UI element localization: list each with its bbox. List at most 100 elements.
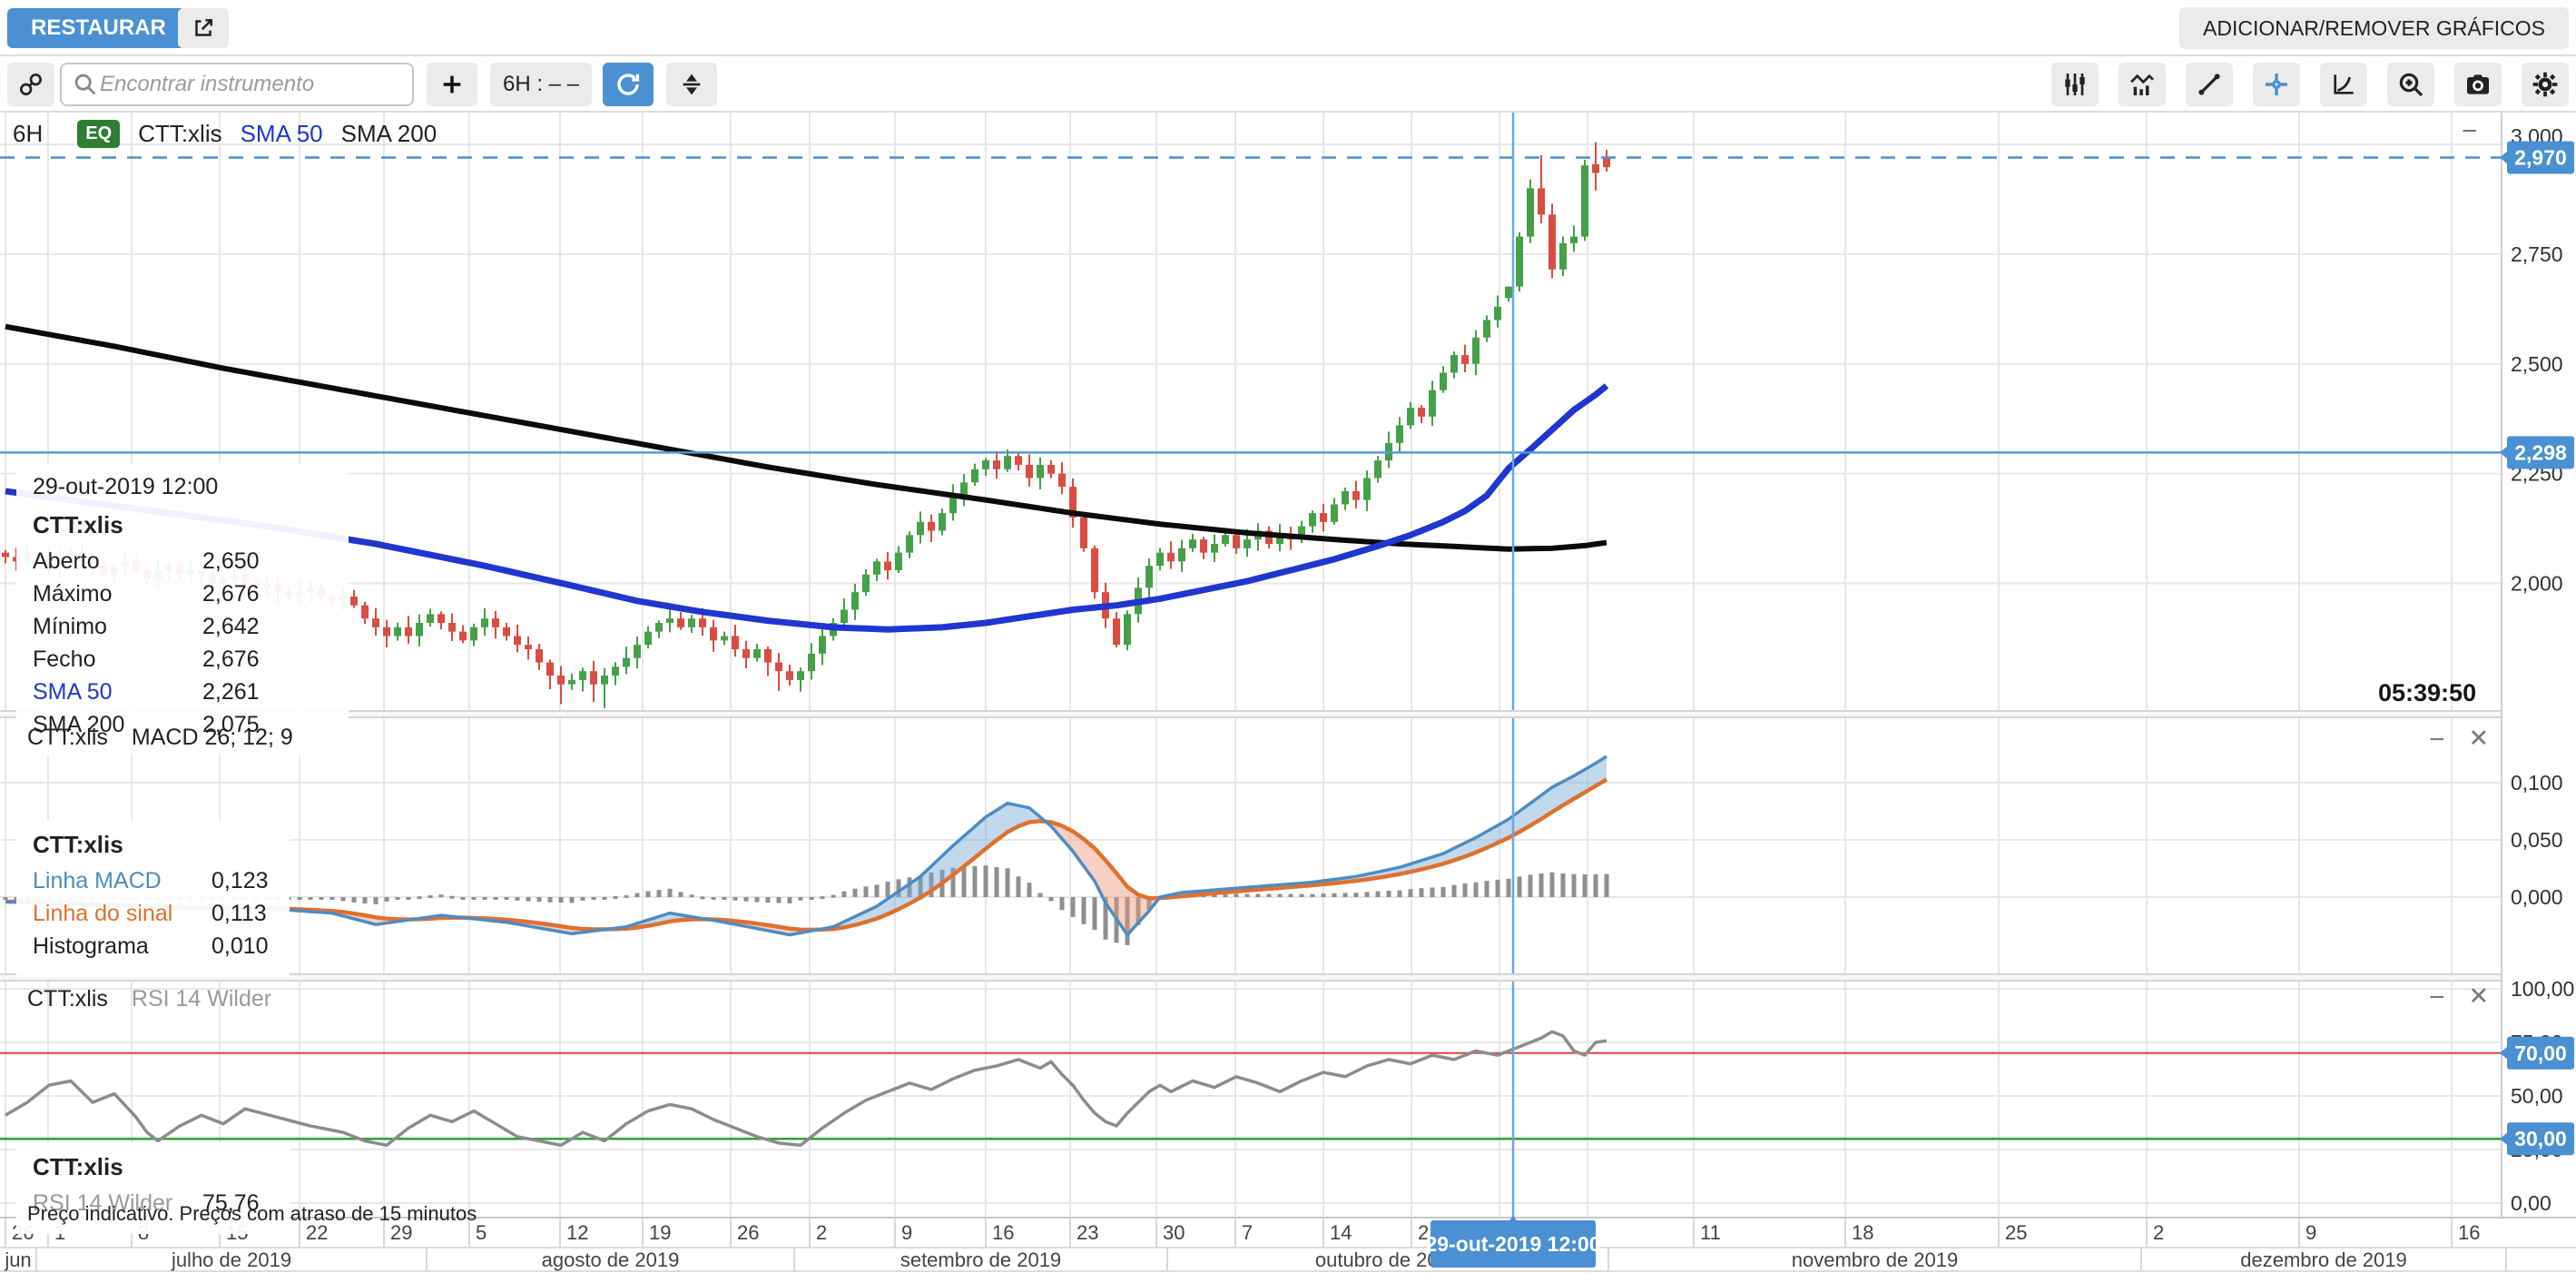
refresh-button[interactable]	[603, 63, 654, 106]
svg-text:2: 2	[2153, 1221, 2164, 1244]
svg-text:70,00: 70,00	[2514, 1041, 2567, 1065]
crosshair-date-badge: 29-out-2019 12:00	[1425, 1216, 1600, 1268]
svg-text:2,750: 2,750	[2511, 242, 2563, 266]
toolbar-right-icons	[2051, 63, 2569, 106]
legend-sma200[interactable]: SMA 200	[341, 120, 438, 148]
svg-text:100,00: 100,00	[2511, 977, 2574, 1001]
svg-text:setembro de 2019: setembro de 2019	[900, 1248, 1061, 1271]
series-style-button[interactable]	[2051, 63, 2099, 106]
snapshot-icon	[2463, 70, 2492, 99]
svg-text:agosto de 2019: agosto de 2019	[542, 1248, 680, 1271]
svg-text:9: 9	[2306, 1221, 2316, 1244]
eq-badge: EQ	[77, 120, 120, 148]
chart-toolbar: 6H : – –	[0, 56, 2576, 113]
price-level-badge: 2,298	[2500, 436, 2574, 469]
svg-text:2: 2	[816, 1221, 827, 1244]
rsi-symbol: CTT:xlis	[27, 986, 108, 1012]
svg-text:23: 23	[1077, 1221, 1098, 1244]
tooltip-row: SMA 502,261	[33, 679, 332, 706]
chart-canvas[interactable]: 3,0002,7502,5002,2502,0000,1000,0500,000…	[0, 0, 2576, 1273]
svg-text:0,100: 0,100	[2511, 771, 2563, 794]
crosshair-button[interactable]	[2253, 63, 2300, 106]
zoom-in-button[interactable]	[2387, 63, 2434, 106]
window-toolbar: RESTAURAR ADICIONAR/REMOVER GRÁFICOS	[0, 0, 2576, 56]
add-instrument-button[interactable]	[427, 63, 477, 106]
svg-text:30: 30	[1163, 1221, 1185, 1244]
macd-tooltip: CTT:xlis Linha MACD0,123 Linha do sinal0,…	[16, 820, 290, 977]
restore-button[interactable]: RESTAURAR	[7, 8, 190, 48]
main-legend: 6H EQ CTT:xlis SMA 50 SMA 200	[13, 120, 437, 148]
svg-text:julho de 2019: julho de 2019	[171, 1248, 291, 1271]
link-icon	[16, 70, 45, 99]
macd-panel-buttons: − ✕	[2429, 726, 2489, 754]
macd-symbol: CTT:xlis	[27, 725, 108, 751]
svg-text:dezembro de 2019: dezembro de 2019	[2240, 1248, 2406, 1271]
svg-text:12: 12	[566, 1221, 588, 1244]
link-chart-button[interactable]	[7, 63, 54, 106]
settings-icon	[2531, 70, 2560, 99]
indicators-button[interactable]	[2119, 63, 2166, 106]
tooltip-row: Histograma0,010	[33, 933, 273, 960]
tooltip-symbol: CTT:xlis	[33, 511, 332, 539]
svg-text:7: 7	[1242, 1221, 1253, 1244]
price-delay-note: Preço indicativo. Preços com atraso de 1…	[27, 1202, 477, 1226]
svg-text:2,298: 2,298	[2514, 440, 2567, 464]
close-rsi-panel-button[interactable]: ✕	[2469, 984, 2490, 1011]
snapshot-button[interactable]	[2454, 63, 2502, 106]
tooltip-row: Aberto2,650	[33, 548, 332, 575]
search-input[interactable]	[98, 71, 401, 98]
rsi-indicator-name[interactable]: RSI 14 Wilder	[132, 986, 271, 1012]
rsi-line	[5, 1031, 1607, 1145]
svg-text:16: 16	[992, 1221, 1014, 1244]
current-price-badge: 2,970	[2500, 142, 2574, 174]
log-scale-button[interactable]	[2320, 63, 2367, 106]
charting-app: 3,0002,7502,5002,2502,0000,1000,0500,000…	[0, 0, 2576, 1273]
macd-tooltip-symbol: CTT:xlis	[33, 831, 273, 859]
svg-text:2,000: 2,000	[2511, 572, 2563, 596]
log-scale-icon	[2329, 70, 2358, 99]
ohlc-tooltip: 29-out-2019 12:00 CTT:xlis Aberto2,650 Má…	[16, 463, 349, 755]
gridlines	[0, 113, 2502, 1218]
indicators-icon	[2128, 70, 2157, 99]
svg-text:14: 14	[1330, 1221, 1352, 1244]
external-link-icon	[190, 15, 217, 42]
legend-timeframe: 6H	[13, 120, 43, 148]
svg-text:0,000: 0,000	[2511, 885, 2563, 909]
search-box	[60, 63, 414, 106]
crosshair-icon	[2262, 70, 2291, 99]
macd-indicator-name[interactable]: MACD 26; 12; 9	[132, 725, 293, 751]
tooltip-datetime: 29-out-2019 12:00	[33, 474, 332, 500]
svg-text:5: 5	[476, 1221, 487, 1244]
trendline-button[interactable]	[2186, 63, 2233, 106]
tooltip-row: Fecho2,676	[33, 646, 332, 673]
main-panel-buttons: −	[2462, 118, 2478, 145]
tooltip-row: Linha MACD0,123	[33, 868, 273, 894]
svg-text:25: 25	[2005, 1221, 2027, 1244]
legend-sma50[interactable]: SMA 50	[241, 120, 323, 148]
svg-text:18: 18	[1852, 1221, 1873, 1244]
svg-text:2,500: 2,500	[2511, 352, 2563, 376]
tooltip-row: Máximo2,676	[33, 581, 332, 607]
split-scale-button[interactable]	[666, 63, 717, 106]
svg-text:16: 16	[2458, 1221, 2480, 1244]
timeframe-button[interactable]: 6H : – –	[490, 63, 592, 106]
tooltip-row: Linha do sinal0,113	[33, 901, 273, 927]
svg-text:jun: jun	[4, 1248, 31, 1271]
date-axis[interactable]: 2618152229512192629162330714211118252916…	[0, 1218, 2576, 1273]
bar-countdown: 05:39:50	[2378, 679, 2476, 707]
svg-text:0,050: 0,050	[2511, 828, 2563, 852]
collapse-main-panel-button[interactable]: −	[2462, 118, 2478, 145]
plus-icon	[438, 70, 467, 99]
add-remove-charts-button[interactable]: ADICIONAR/REMOVER GRÁFICOS	[2179, 7, 2569, 49]
collapse-rsi-panel-button[interactable]: −	[2429, 984, 2445, 1011]
svg-text:26: 26	[737, 1221, 759, 1244]
close-macd-panel-button[interactable]: ✕	[2469, 726, 2490, 754]
trendline-icon	[2195, 70, 2224, 99]
legend-symbol[interactable]: CTT:xlis	[138, 120, 221, 148]
open-external-button[interactable]	[178, 8, 229, 48]
split-scale-icon	[677, 70, 706, 99]
collapse-macd-panel-button[interactable]: −	[2429, 726, 2445, 754]
rsi-panel-title: CTT:xlis RSI 14 Wilder	[27, 986, 271, 1012]
settings-button[interactable]	[2522, 63, 2569, 106]
svg-text:29-out-2019 12:00: 29-out-2019 12:00	[1425, 1232, 1600, 1256]
